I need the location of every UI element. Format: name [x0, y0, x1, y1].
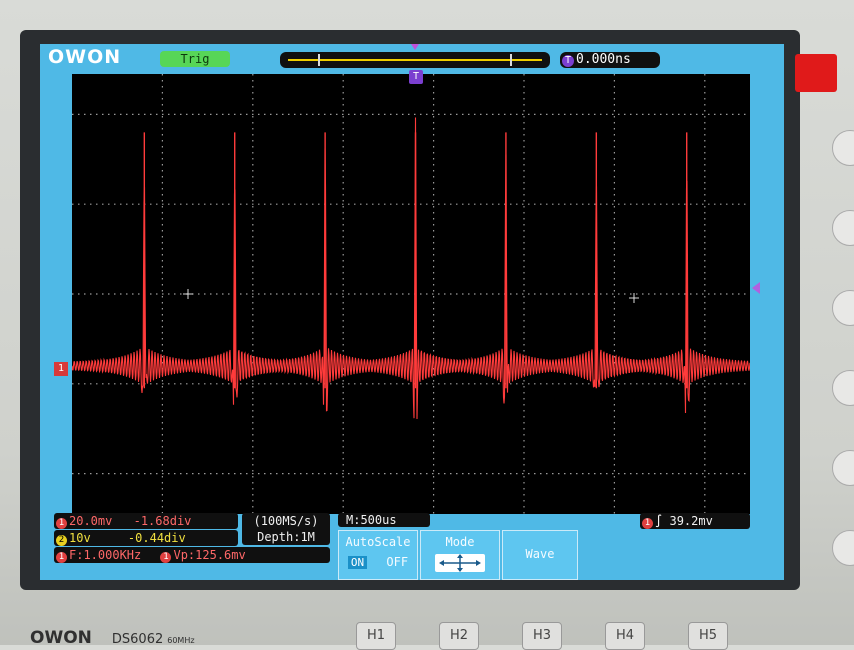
side-button[interactable] [832, 130, 854, 166]
brand-logo: OWON [48, 46, 122, 68]
ch1-dot-icon: 1 [56, 552, 67, 563]
memory-band [288, 59, 542, 61]
front-panel-brand: OWON DS6062 60MHz [30, 628, 330, 648]
h3-button[interactable]: H3 [522, 622, 562, 650]
mode-menu-item[interactable]: Mode [420, 530, 500, 580]
autoscale-off-option[interactable]: OFF [386, 555, 408, 569]
horizontal-vertical-icon [435, 554, 485, 572]
trigger-readout: 1 ∫ 39.2mv [640, 513, 750, 529]
autoscale-label: AutoScale [345, 535, 411, 549]
time-offset-value: 0.000ns [576, 52, 631, 67]
ch1-scale-readout: 1 20.0mv -1.68div [54, 513, 238, 529]
ch1-dot-icon: 1 [642, 518, 653, 529]
status-bar: 1 20.0mv -1.68div 2 10v -0.44div 1 F:1.000K… [40, 513, 784, 580]
trigger-status-badge: Trig [160, 51, 230, 67]
rising-edge-icon: ∫ [655, 514, 663, 528]
acquisition-readout: (100MS/s) Depth:1M [242, 513, 330, 545]
trigger-level-value: 39.2mv [669, 514, 713, 528]
ch1-scale: 20.0mv [69, 514, 113, 528]
wave-menu-item[interactable]: Wave [502, 530, 578, 580]
autoscale-menu-item[interactable]: AutoScale ON OFF [338, 530, 418, 580]
brand-name: OWON [30, 628, 92, 648]
waveform-plot [71, 74, 751, 514]
bandwidth-label: 60MHz [167, 636, 195, 645]
trigger-marker-icon[interactable]: T [409, 70, 423, 84]
autoscale-on-option[interactable]: ON [347, 556, 368, 569]
channel1-marker-icon[interactable]: 1 [54, 362, 68, 376]
trigger-position-arrow-icon [411, 44, 419, 50]
side-control-panel [812, 80, 854, 600]
ch2-scale: 10v [69, 531, 91, 545]
ch2-offset: -0.44div [127, 531, 186, 545]
ch2-scale-readout: 2 10v -0.44div [54, 530, 238, 546]
trigger-level-marker-icon[interactable] [752, 282, 760, 294]
time-badge-icon: T [562, 55, 574, 67]
ch1-frequency: F:1.000KHz [69, 548, 142, 562]
time-offset-readout: T 0.000ns [560, 52, 660, 68]
memory-depth: Depth:1M [257, 530, 315, 544]
ch1-dot-icon: 1 [56, 518, 67, 529]
waveform-graticule [71, 74, 751, 514]
h5-button[interactable]: H5 [688, 622, 728, 650]
timebase-readout: M:500us [338, 513, 430, 527]
side-button[interactable] [832, 530, 854, 566]
ch1-dot-icon: 1 [160, 552, 172, 563]
side-button[interactable] [832, 210, 854, 246]
sample-rate: (100MS/s) [253, 514, 319, 528]
side-button[interactable] [832, 450, 854, 486]
oscilloscope-screen: OWON Trig T 0.000ns T 1 1 20.0mv -1.68div … [40, 44, 784, 580]
memory-tick [318, 54, 320, 66]
measurement-readout: 1 F:1.000KHz 1 Vp:125.6mv [54, 547, 330, 563]
ch2-dot-icon: 2 [56, 535, 67, 546]
ch1-offset: -1.68div [133, 514, 192, 528]
memory-tick [510, 54, 512, 66]
side-button[interactable] [832, 370, 854, 406]
h1-button[interactable]: H1 [356, 622, 396, 650]
mode-label: Mode [445, 535, 475, 549]
memory-position-bar [280, 52, 550, 68]
h4-button[interactable]: H4 [605, 622, 645, 650]
ch1-vpp: Vp:125.6mv [173, 548, 246, 562]
ch1-waveform-trace [71, 117, 751, 420]
wave-label: Wave [525, 547, 555, 561]
side-button[interactable] [832, 290, 854, 326]
h2-button[interactable]: H2 [439, 622, 479, 650]
